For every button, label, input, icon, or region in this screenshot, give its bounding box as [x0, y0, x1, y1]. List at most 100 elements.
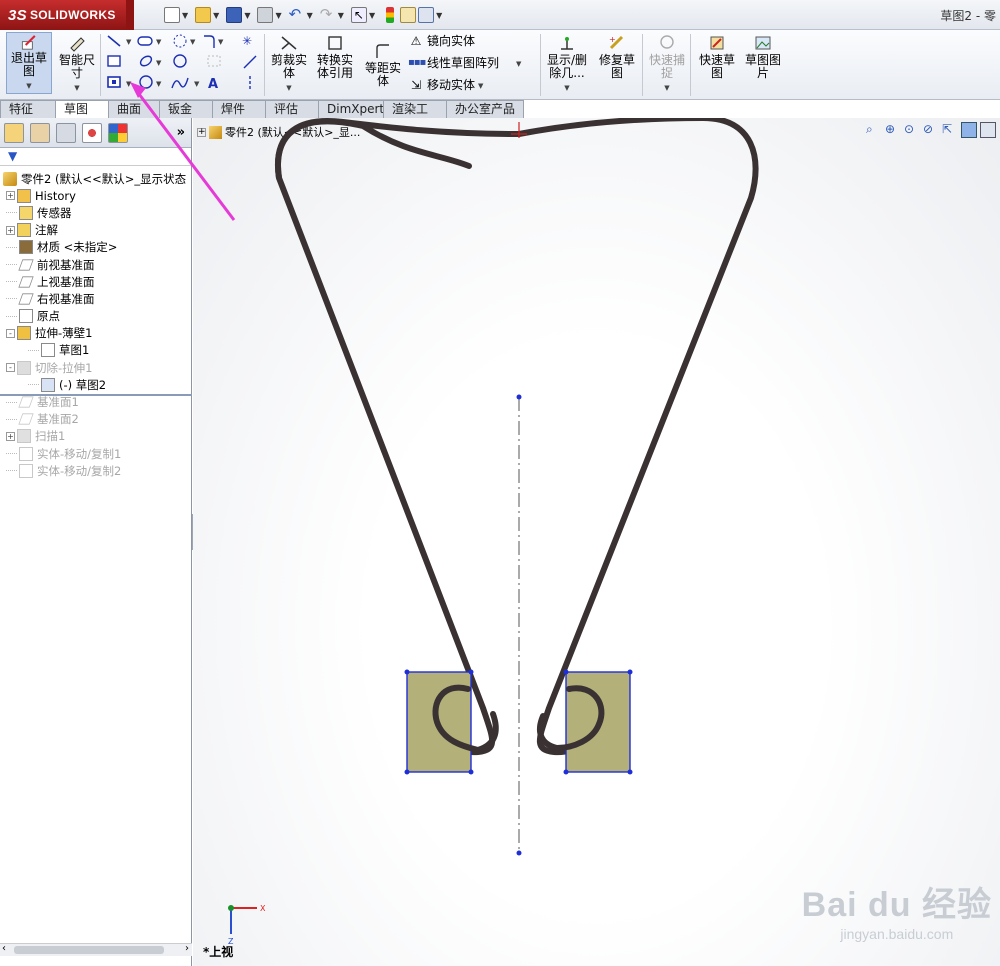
tab-office-products[interactable]: 办公室产品 — [446, 100, 524, 118]
expand-toggle-icon[interactable]: + — [6, 225, 15, 235]
chevron-down-icon[interactable]: ▼ — [338, 11, 344, 20]
move-entities-button[interactable]: ⇲ 移动实体 ▼ — [408, 76, 483, 93]
expand-toggle-icon[interactable]: + — [6, 191, 15, 201]
trim-entities-button[interactable]: 剪裁实体 ▼ — [266, 34, 312, 95]
tree-item[interactable]: 原点 — [0, 308, 192, 325]
repair-sketch-button[interactable]: + 修复草图 — [594, 34, 640, 80]
new-document-icon[interactable] — [164, 7, 180, 23]
tree-item[interactable]: 右视基准面 — [0, 290, 192, 307]
tab-surfaces[interactable]: 曲面 — [108, 100, 160, 118]
tree-item[interactable]: 基准面1 — [0, 393, 192, 410]
chevron-down-icon[interactable]: ▼ — [436, 11, 442, 20]
exit-sketch-button[interactable]: 退出草图 ▼ — [6, 32, 52, 94]
command-manager: 退出草图 ▼ 智能尺寸 ▼ ▼ ▼ ▼ ▼ ✳ ▼ ▼ ▼ ▼ A 剪裁实体 ▼… — [0, 30, 1000, 100]
tab-evaluate[interactable]: 评估 — [265, 100, 319, 118]
rapid-sketch-button[interactable]: 快速草图 — [694, 34, 740, 80]
horizontal-scrollbar[interactable]: ‹ › — [0, 943, 192, 956]
dimxpert-manager-tab-icon[interactable] — [82, 123, 102, 143]
tree-item-label: 实体-移动/复制1 — [37, 446, 122, 461]
tree-item[interactable]: 前视基准面 — [0, 256, 192, 273]
svg-text:▼: ▼ — [156, 59, 162, 67]
svg-text:▼: ▼ — [156, 80, 162, 88]
expand-toggle-icon[interactable]: + — [6, 431, 15, 441]
chevron-down-icon[interactable]: ▼ — [516, 60, 521, 68]
property-manager-tab-icon[interactable] — [30, 123, 50, 143]
separator — [100, 34, 101, 96]
configuration-manager-tab-icon[interactable] — [56, 123, 76, 143]
smart-dimension-button[interactable]: 智能尺寸 ▼ — [54, 34, 100, 95]
convert-entities-button[interactable]: 转换实体引用 — [312, 34, 358, 80]
tree-item[interactable]: - 切除-拉伸1 — [0, 359, 192, 376]
tree-item[interactable]: 基准面2 — [0, 411, 192, 428]
redo-icon[interactable]: ↷ — [320, 7, 336, 23]
scrollbar-thumb[interactable] — [14, 946, 164, 954]
feature-manager-tab-icon[interactable] — [4, 123, 24, 143]
solidworks-logo[interactable]: 3S SOLIDWORKS — [0, 0, 126, 30]
rebuild-icon[interactable] — [386, 7, 395, 23]
print-icon[interactable] — [257, 7, 274, 23]
linear-pattern-icon: ▪▪▪ — [408, 57, 426, 68]
chevron-down-icon[interactable]: ▼ — [564, 82, 569, 95]
chevron-down-icon[interactable]: ▼ — [74, 82, 79, 95]
chevron-down-icon[interactable]: ▼ — [664, 82, 669, 95]
chevron-down-icon[interactable]: ▼ — [213, 11, 219, 20]
tree-connector — [6, 453, 17, 455]
tab-weldments[interactable]: 焊件 — [212, 100, 266, 118]
offset-icon — [376, 44, 389, 58]
tab-dimxpert[interactable]: DimXpert — [318, 100, 384, 118]
graphics-area[interactable]: + 零件2 (默认<<默认>_显... ⌕ ⊕ ⊙ ⊘ ⇱ X Z *上视 Ba… — [193, 118, 1000, 966]
tree-item[interactable]: + 扫描1 — [0, 428, 192, 445]
sketch-edit-icon — [41, 377, 55, 392]
reference-triad-icon — [228, 905, 257, 934]
tree-item[interactable]: - 拉伸-薄壁1 — [0, 325, 192, 342]
tree-item[interactable]: 实体-移动/复制2 — [0, 462, 192, 479]
offset-entities-button[interactable]: 等距实体 — [360, 42, 406, 88]
tab-sheet-metal[interactable]: 钣金 — [159, 100, 213, 118]
logo-menu-arrow[interactable] — [126, 0, 134, 30]
tab-features[interactable]: 特征 — [0, 100, 56, 118]
filter-icon[interactable]: ▼ — [8, 149, 17, 163]
title-bar: 3S SOLIDWORKS ▼ ▼ ▼ ▼ ↶ ▼ ↷ ▼ ↖ ▼ ▼ 草图2 - 零 — [0, 0, 1000, 30]
sketch-picture-button[interactable]: 草图图片 — [740, 34, 786, 80]
separator — [264, 34, 265, 96]
scroll-right-icon[interactable]: › — [185, 943, 189, 954]
rollback-bar[interactable] — [0, 393, 192, 396]
display-manager-tab-icon[interactable] — [108, 123, 128, 143]
select-cursor-icon[interactable]: ↖ — [350, 7, 367, 23]
scroll-left-icon[interactable]: ‹ — [2, 943, 6, 954]
tree-item[interactable]: + 注解 — [0, 222, 192, 239]
chevron-down-icon[interactable]: ▼ — [244, 11, 250, 20]
display-delete-relations-button[interactable]: 显示/删除几... ▼ — [544, 34, 590, 95]
plane-icon — [18, 396, 34, 408]
chevron-down-icon[interactable]: ▼ — [478, 82, 483, 90]
tree-item[interactable]: 传感器 — [0, 204, 192, 221]
chevron-down-icon[interactable]: ▼ — [307, 11, 313, 20]
tree-root[interactable]: 零件2 (默认<<默认>_显示状态 — [0, 170, 192, 187]
tree-item[interactable]: 草图1 — [0, 342, 192, 359]
options-icon[interactable] — [418, 7, 435, 23]
save-icon[interactable] — [226, 7, 243, 23]
file-properties-icon[interactable] — [400, 7, 417, 23]
open-folder-icon[interactable] — [195, 7, 212, 23]
quick-snaps-button[interactable]: 快速捕捉 ▼ — [644, 34, 690, 95]
chevron-down-icon[interactable]: ▼ — [369, 11, 375, 20]
tree-item[interactable]: + History — [0, 187, 192, 204]
undo-icon[interactable]: ↶ — [289, 7, 305, 23]
tree-item[interactable]: 上视基准面 — [0, 273, 192, 290]
chevron-down-icon[interactable]: ▼ — [286, 82, 291, 95]
tab-sketch[interactable]: 草图 — [55, 100, 109, 118]
tree-item[interactable]: 材质 <未指定> — [0, 239, 192, 256]
expand-panel-icon[interactable]: » — [177, 125, 185, 140]
expand-toggle-icon[interactable]: - — [6, 363, 15, 373]
expand-toggle-icon[interactable]: - — [6, 328, 15, 338]
tree-item[interactable]: (-) 草图2 — [0, 376, 192, 393]
svg-text:▼: ▼ — [190, 38, 196, 46]
tab-render-tools[interactable]: 渲染工具 — [383, 100, 447, 133]
chevron-down-icon[interactable]: ▼ — [275, 11, 281, 20]
linear-pattern-button[interactable]: ▪▪▪ 线性草图阵列 ▼ — [408, 54, 521, 71]
chevron-down-icon[interactable]: ▼ — [182, 11, 188, 20]
mirror-entities-button[interactable]: ⚠ 镜向实体 — [408, 32, 475, 49]
chevron-down-icon[interactable]: ▼ — [26, 80, 31, 93]
tree-item[interactable]: 实体-移动/复制1 — [0, 445, 192, 462]
move-entities-label: 移动实体 — [427, 78, 476, 92]
